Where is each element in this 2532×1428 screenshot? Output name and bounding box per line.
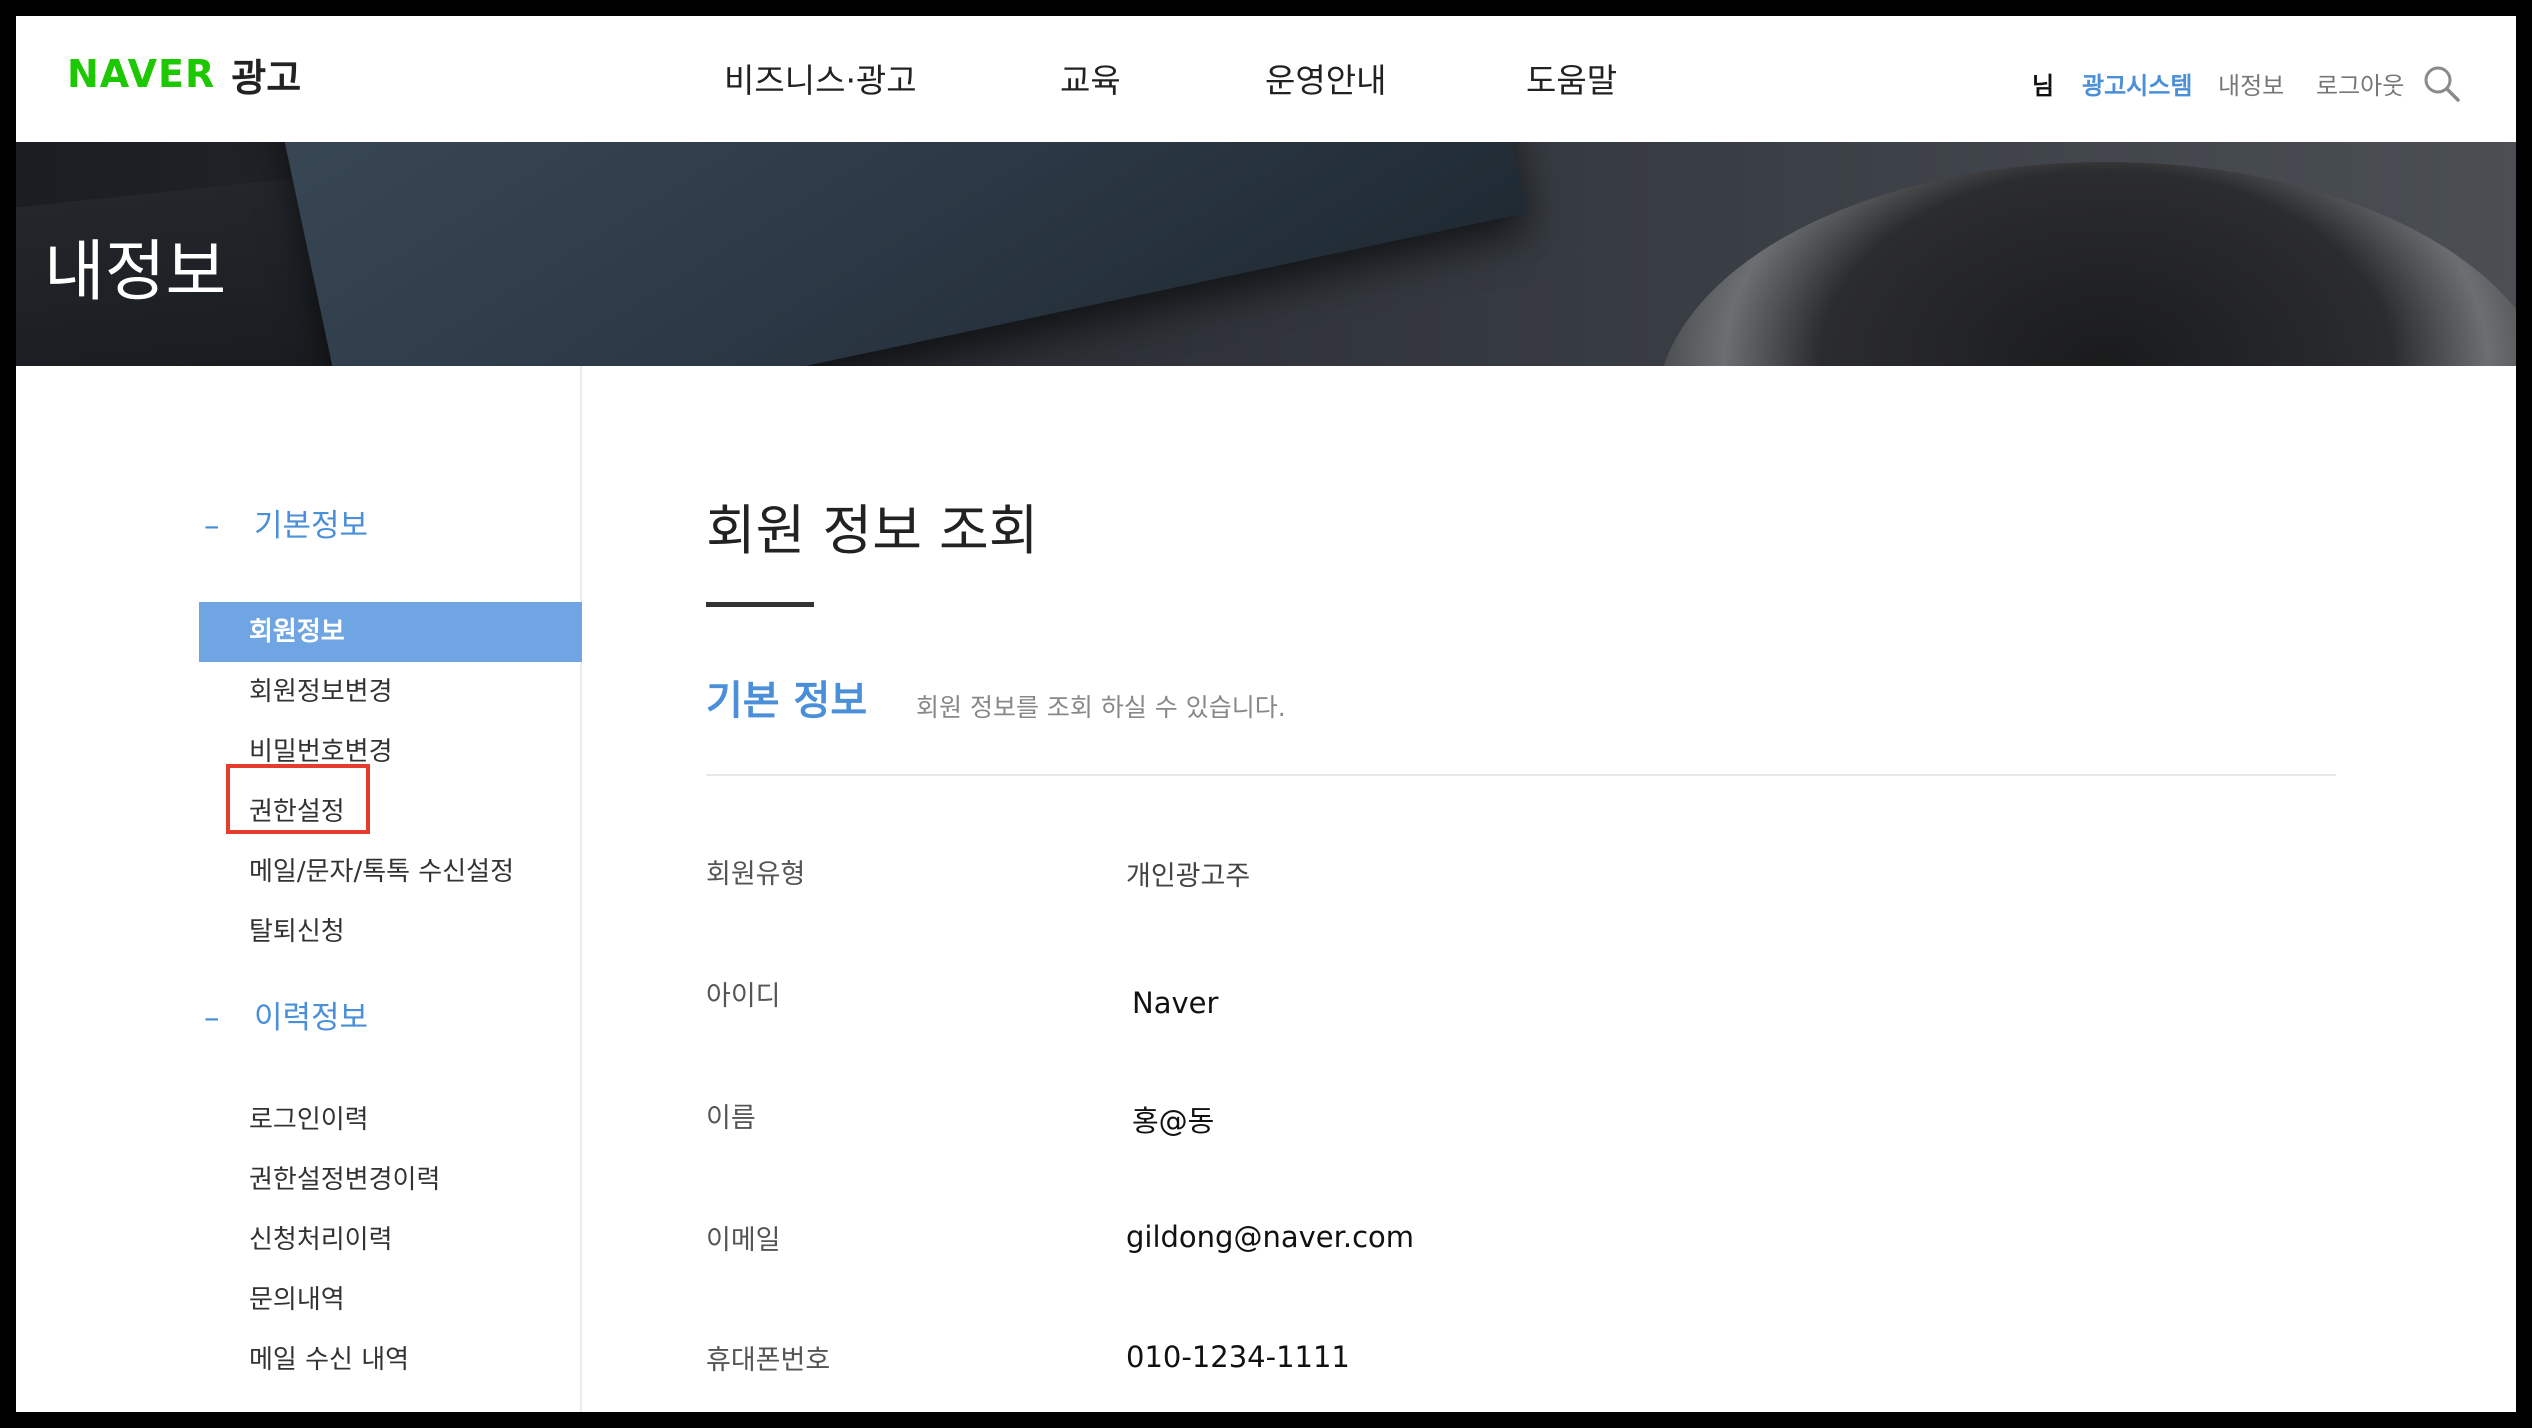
sidebar-item-permission-settings[interactable]: 권한설정 bbox=[199, 782, 582, 842]
sidebar-item-mail-history[interactable]: 메일 수신 내역 bbox=[199, 1330, 582, 1390]
banner-image-cup bbox=[1656, 162, 2516, 366]
page-frame: NAVER 광고 비즈니스·광고 교육 운영안내 도움말 님 광고시스템 내정보… bbox=[16, 16, 2516, 1412]
info-label: 이름 bbox=[706, 1103, 756, 1134]
gnb-operation-guide[interactable]: 운영안내 bbox=[1265, 54, 1386, 102]
sidebar-section-history[interactable]: – 이력정보 bbox=[204, 992, 368, 1037]
info-value: 개인광고주 bbox=[1126, 861, 1251, 892]
sidebar-section-label: 기본정보 bbox=[254, 508, 369, 544]
title-underline bbox=[706, 602, 814, 607]
gnb-business-ad[interactable]: 비즈니스·광고 bbox=[724, 54, 917, 102]
top-header: NAVER 광고 비즈니스·광고 교육 운영안내 도움말 님 광고시스템 내정보… bbox=[16, 16, 2516, 142]
sidebar-item-notification-settings[interactable]: 메일/문자/톡톡 수신설정 bbox=[199, 842, 582, 902]
info-value: 홍@동 bbox=[1132, 1104, 1215, 1138]
info-label: 회원유형 bbox=[706, 859, 806, 890]
sidebar-item-login-history[interactable]: 로그인이력 bbox=[199, 1090, 582, 1150]
info-label: 이메일 bbox=[706, 1225, 781, 1256]
info-row-user-id: 아이디 Naver bbox=[706, 974, 2336, 1034]
info-value: Naver bbox=[1132, 986, 1219, 1020]
section-description: 회원 정보를 조회 하실 수 있습니다. bbox=[916, 693, 1286, 722]
sidebar-item-withdrawal[interactable]: 탈퇴신청 bbox=[199, 902, 582, 962]
search-icon[interactable] bbox=[2422, 64, 2462, 104]
sidebar-item-password-change[interactable]: 비밀번호변경 bbox=[199, 722, 582, 782]
sidebar-section-basic[interactable]: – 기본정보 bbox=[204, 500, 368, 545]
info-value: gildong@naver.com bbox=[1126, 1220, 1415, 1254]
banner-image-book bbox=[265, 142, 1527, 366]
info-row-member-type: 회원유형 개인광고주 bbox=[706, 852, 2336, 912]
info-label: 휴대폰번호 bbox=[706, 1345, 831, 1376]
logout-link[interactable]: 로그아웃 bbox=[2316, 66, 2404, 106]
my-info-link[interactable]: 내정보 bbox=[2218, 66, 2284, 106]
sidebar-item-inquiry-history[interactable]: 문의내역 bbox=[199, 1270, 582, 1330]
info-row-email: 이메일 gildong@naver.com bbox=[706, 1218, 2336, 1278]
section-divider bbox=[706, 774, 2336, 776]
collapse-dash-icon: – bbox=[204, 508, 220, 544]
page-title: 회원 정보 조회 bbox=[706, 499, 1039, 562]
logo-service: 광고 bbox=[231, 55, 302, 100]
sidebar-item-member-info-change[interactable]: 회원정보변경 bbox=[199, 662, 582, 722]
naver-ad-logo[interactable]: NAVER 광고 bbox=[67, 44, 301, 104]
collapse-dash-icon: – bbox=[204, 1000, 220, 1036]
logo-brand: NAVER bbox=[67, 52, 216, 96]
info-row-name: 이름 홍@동 bbox=[706, 1096, 2336, 1156]
gnb-help[interactable]: 도움말 bbox=[1526, 54, 1617, 102]
info-value: 010-1234-1111 bbox=[1126, 1340, 1350, 1374]
sidebar: – 기본정보 회원정보 회원정보변경 비밀번호변경 권한설정 메일/문자/톡톡 수… bbox=[16, 366, 582, 1412]
section-title: 기본 정보 bbox=[706, 678, 868, 724]
ad-system-link[interactable]: 광고시스템 bbox=[2082, 66, 2192, 106]
sidebar-item-permission-change-history[interactable]: 권한설정변경이력 bbox=[199, 1150, 582, 1210]
sidebar-item-member-info[interactable]: 회원정보 bbox=[199, 602, 582, 662]
page-banner: 내정보 bbox=[16, 142, 2516, 366]
gnb-education[interactable]: 교육 bbox=[1060, 54, 1121, 102]
user-greeting: 님 bbox=[2032, 72, 2055, 100]
banner-title: 내정보 bbox=[44, 233, 227, 310]
info-row-phone: 휴대폰번호 010-1234-1111 bbox=[706, 1338, 2336, 1398]
sidebar-section-label: 이력정보 bbox=[254, 1000, 369, 1036]
sidebar-item-request-history[interactable]: 신청처리이력 bbox=[199, 1210, 582, 1270]
info-label: 아이디 bbox=[706, 981, 781, 1012]
